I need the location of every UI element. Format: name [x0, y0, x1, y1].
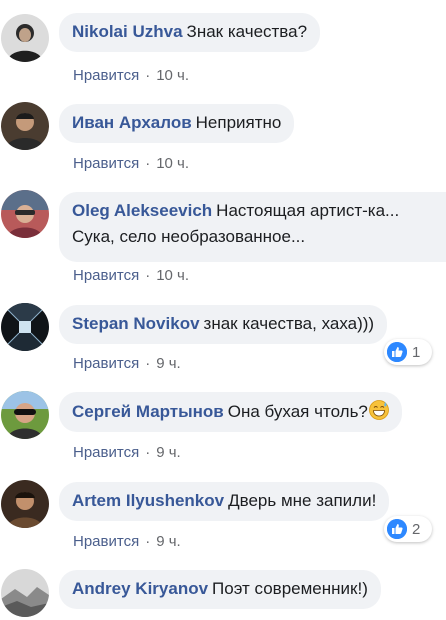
comment-author[interactable]: Oleg Alekseevich — [72, 201, 212, 220]
person-avatar-icon — [1, 102, 49, 150]
comment-bubble: Stepan Novikov знак качества, хаха))) — [59, 305, 388, 344]
comment-text: Настоящая артист-ка... — [216, 201, 400, 220]
comment-text: Знак качества? — [186, 22, 308, 41]
like-link[interactable]: Нравится — [73, 533, 139, 550]
avatar[interactable] — [1, 14, 49, 62]
comment-author[interactable]: Сергей Мартынов — [72, 402, 224, 421]
separator: · — [145, 444, 151, 461]
avatar[interactable] — [1, 391, 49, 439]
comment-bubble: Oleg Alekseevich Настоящая артист-ка... С… — [59, 192, 446, 262]
comment-time[interactable]: 9 ч. — [156, 355, 181, 372]
comment-bubble: Artem Ilyushenkov Дверь мне запили! — [59, 482, 390, 521]
thumbs-up-icon — [387, 519, 407, 539]
comment-time[interactable]: 9 ч. — [156, 533, 181, 550]
separator: · — [145, 155, 151, 172]
comment-bubble: Сергей Мартынов Она бухая чтоль? — [59, 392, 402, 432]
comment-bubble: Иван Архалов Неприятно — [59, 104, 295, 143]
landscape-avatar-icon — [1, 569, 49, 617]
comment-author[interactable]: Stepan Novikov — [72, 314, 200, 333]
tunnel-avatar-icon — [1, 303, 49, 351]
grinning-sweat-emoji-icon — [368, 400, 389, 420]
thumbs-up-icon — [387, 342, 407, 362]
comment-text: знак качества, хаха))) — [203, 314, 375, 333]
reaction-count[interactable]: 1 — [384, 339, 432, 365]
comment-actions: Нравится · 10 ч. — [73, 267, 189, 285]
comment-text-line-2: Сука, село необразованное... — [72, 227, 306, 246]
avatar[interactable] — [1, 569, 49, 617]
comment-author[interactable]: Nikolai Uzhva — [72, 22, 183, 41]
like-link[interactable]: Нравится — [73, 444, 139, 461]
person-avatar-icon — [1, 14, 49, 62]
separator: · — [145, 67, 151, 84]
comment-time[interactable]: 10 ч. — [156, 267, 189, 284]
reaction-number: 1 — [412, 343, 421, 361]
reaction-number: 2 — [412, 520, 421, 538]
person-avatar-icon — [1, 190, 49, 238]
separator: · — [145, 355, 151, 372]
comment-actions: Нравится · 9 ч. — [73, 533, 181, 551]
person-avatar-icon — [1, 480, 49, 528]
comment-bubble: Andrey Kiryanov Поэт современник!) — [59, 570, 381, 609]
like-link[interactable]: Нравится — [73, 67, 139, 84]
comment-time[interactable]: 10 ч. — [156, 67, 189, 84]
like-link[interactable]: Нравится — [73, 355, 139, 372]
avatar[interactable] — [1, 480, 49, 528]
like-link[interactable]: Нравится — [73, 267, 139, 284]
separator: · — [145, 533, 151, 550]
comment-actions: Нравится · 10 ч. — [73, 155, 189, 173]
comment-actions: Нравится · 10 ч. — [73, 67, 189, 85]
comment-actions: Нравится · 9 ч. — [73, 444, 181, 462]
comment-text: Неприятно — [195, 113, 282, 132]
comment-author[interactable]: Иван Архалов — [72, 113, 192, 132]
avatar[interactable] — [1, 190, 49, 238]
comment-bubble: Nikolai Uzhva Знак качества? — [59, 13, 321, 52]
comment-text: Дверь мне запили! — [228, 491, 377, 510]
comment-time[interactable]: 9 ч. — [156, 444, 181, 461]
comment-list: Nikolai Uzhva Знак качества? Нравится · 10 … — [0, 0, 446, 620]
comment-author[interactable]: Andrey Kiryanov — [72, 579, 208, 598]
comment-text: Поэт современник!) — [212, 579, 368, 598]
comment-author[interactable]: Artem Ilyushenkov — [72, 491, 224, 510]
person-avatar-icon — [1, 391, 49, 439]
separator: · — [145, 267, 151, 284]
avatar[interactable] — [1, 303, 49, 351]
comment-text: Она бухая чтоль? — [227, 402, 368, 421]
comment-time[interactable]: 10 ч. — [156, 155, 189, 172]
comment-actions: Нравится · 9 ч. — [73, 355, 181, 373]
reaction-count[interactable]: 2 — [384, 516, 432, 542]
avatar[interactable] — [1, 102, 49, 150]
like-link[interactable]: Нравится — [73, 155, 139, 172]
